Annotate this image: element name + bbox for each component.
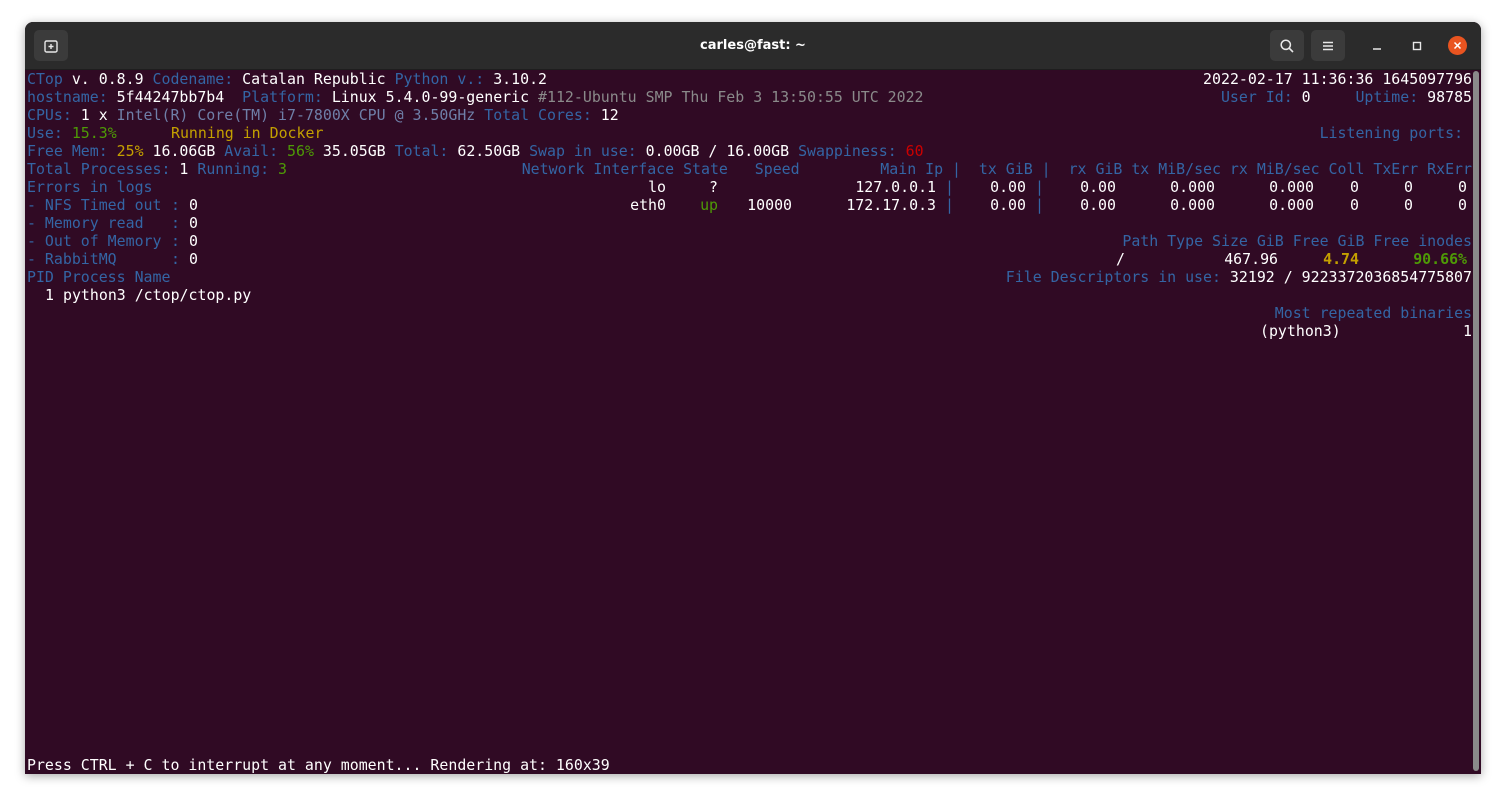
disk-inodes: 90.66% <box>1413 250 1467 268</box>
process-pid: 1 <box>45 286 54 304</box>
file-descriptors: File Descriptors in use: 32192 / 9223372… <box>1005 268 1472 286</box>
net-row-lo-state: ? <box>709 178 718 196</box>
disk-size: 467.96 <box>1224 250 1278 268</box>
search-icon <box>1280 38 1294 53</box>
hamburger-menu-icon <box>1323 41 1333 50</box>
net-row-lo-ip: 127.0.0.1 <box>855 178 936 196</box>
cpu-line: CPUs: 1 x Intel(R) Core(TM) i7-7800X CPU… <box>27 106 619 124</box>
error-memory-line: - Memory read: 0 <box>27 214 198 232</box>
host-line: hostname: 5f44247bb7b4 Platform: Linux 5… <box>27 88 1472 106</box>
footer-status: Press CTRL + C to interrupt at any momen… <box>27 756 610 774</box>
search-button[interactable] <box>1270 30 1304 61</box>
net-row-lo-ifc: lo <box>648 178 666 196</box>
binaries-header-line: Most repeated binaries <box>1274 304 1472 322</box>
processes-line: Total Processes: 1 Running: 3 Network Int… <box>27 160 1472 178</box>
net-row-eth0-ip: 172.17.0.3 <box>846 196 936 214</box>
error-rabbitmq-line: - RabbitMQ: 0 / 467.96 4.74 90.66% <box>27 250 1467 268</box>
binary-count: 1 <box>1463 322 1472 340</box>
listening-ports-label: Listening ports: <box>1319 124 1472 142</box>
docker-status: Running in Docker <box>171 124 324 142</box>
minimize-button[interactable] <box>1360 30 1394 61</box>
net-row-eth0-state: up <box>700 196 718 214</box>
process-header-line: PID Process Name File Descriptors in use:… <box>27 268 1472 286</box>
disk-free: 4.74 <box>1323 250 1359 268</box>
close-icon <box>1447 36 1467 55</box>
window-title: carles@fast: ~ <box>700 38 806 53</box>
use-line: Use: 15.3% Running in Docker Listening por… <box>27 124 1472 142</box>
error-oom-line: - Out of Memory: 0 Path Type Size GiB Fre… <box>27 232 1472 250</box>
datetime: 2022-02-17 11:36:36 1645097796 <box>1203 70 1472 88</box>
process-name: python3 /ctop/ctop.py <box>63 286 252 304</box>
net-row-eth0-ifc: eth0 <box>630 196 666 214</box>
network-table-header: Network Interface State Speed Main Ip | … <box>521 160 1472 178</box>
terminal-output[interactable]: CTop v. 0.8.9 Codename: Catalan Republic… <box>27 70 1472 774</box>
version-line: CTop v. 0.8.9 Codename: Catalan Republic… <box>27 70 1472 88</box>
close-button[interactable] <box>1440 30 1474 61</box>
minimize-icon <box>1373 47 1381 50</box>
errors-title-line: Errors in logs lo ? 127.0.0.1 | 0.00 | 0… <box>27 178 1467 196</box>
binary-name: (python3) <box>1260 322 1341 340</box>
binaries-row: (python3) 1 <box>27 322 1472 340</box>
error-nfs-line: - NFS Timed out: 0 eth0 up 10000 172.17.… <box>27 196 1467 214</box>
maximize-button[interactable] <box>1400 30 1434 61</box>
menu-button[interactable] <box>1311 30 1345 61</box>
terminal-window: carles@fast: ~ CTop v. 0.8.9 Codename: C… <box>25 22 1481 774</box>
scrollbar[interactable] <box>1473 71 1479 771</box>
process-row: 1 python3 /ctop/ctop.py <box>27 286 1472 304</box>
memory-line: Free Mem: 25% 16.06GB Avail: 56% 35.05GB… <box>27 142 924 160</box>
maximize-icon <box>1412 41 1422 50</box>
disk-path: / <box>1116 250 1125 268</box>
disk-table-header: Path Type Size GiB Free GiB Free inodes <box>1122 232 1472 250</box>
title-bar: carles@fast: ~ <box>25 22 1481 70</box>
net-row-eth0-speed: 10000 <box>747 196 792 214</box>
